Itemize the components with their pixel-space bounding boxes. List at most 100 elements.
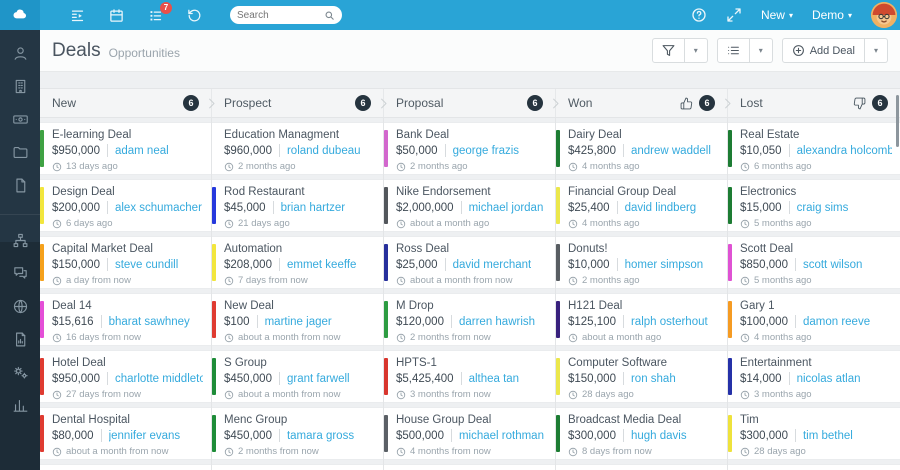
partial-next-card[interactable] [384,464,555,470]
deal-card[interactable]: Electronics $15,000 craig sims 5 months ago [728,179,900,232]
deal-contact-link[interactable]: nicolas atlan [797,373,861,385]
deal-contact-link[interactable]: homer simpson [625,259,704,271]
deal-contact-link[interactable]: ralph osterhout [631,316,708,328]
history-icon[interactable] [187,8,202,23]
deal-card[interactable]: Nike Endorsement $2,000,000 michael jordan… [384,179,555,232]
search-icon[interactable] [324,10,335,21]
deal-card[interactable]: Dental Hospital $80,000 jennifer evans abou… [40,407,211,460]
view-options-button[interactable]: ▾ [749,38,773,63]
deal-card[interactable]: S Group $450,000 grant farwell about a mont… [212,350,383,403]
sidebar-item-chats[interactable] [12,265,29,282]
deal-contact-link[interactable]: roland dubeau [287,145,361,157]
sidebar-item-statistics[interactable] [12,397,29,414]
deal-contact-link[interactable]: hugh davis [631,430,687,442]
partial-next-card[interactable] [556,464,727,470]
search-input[interactable] [237,9,324,21]
column-header-new[interactable]: New 6 [40,89,212,117]
partial-next-card[interactable] [728,464,900,470]
deal-contact-link[interactable]: alexandra holcomb [797,145,892,157]
tasks-icon[interactable]: 7 [148,1,172,23]
filter-options-button[interactable]: ▾ [684,38,708,63]
deal-card[interactable]: Real Estate $10,050 alexandra holcomb 6 mon… [728,122,900,175]
deal-card[interactable]: Broadcast Media Deal $300,000 hugh davis 8 … [556,407,727,460]
sidebar-item-contacts[interactable] [12,45,29,62]
sidebar-item-folders[interactable] [12,144,29,161]
deal-contact-link[interactable]: andrew waddell [631,145,711,157]
scrollbar-thumb[interactable] [896,95,899,147]
deal-card[interactable]: HPTS-1 $5,425,400 althea tan 3 months from … [384,350,555,403]
calendar-icon[interactable] [109,8,124,23]
deal-contact-link[interactable]: ron shah [631,373,676,385]
deal-contact-link[interactable]: steve cundill [115,259,178,271]
deal-card[interactable]: Dairy Deal $425,800 andrew waddell 4 months… [556,122,727,175]
account-menu[interactable]: Demo ▾ [812,8,852,22]
deal-contact-link[interactable]: charlotte middleton [115,373,203,385]
deal-contact-link[interactable]: scott wilson [803,259,862,271]
feed-icon[interactable] [70,8,85,23]
deal-contact-link[interactable]: brian hartzer [281,202,346,214]
deal-contact-link[interactable]: adam neal [115,145,169,157]
fullscreen-icon[interactable] [726,7,742,23]
deal-card[interactable]: E-learning Deal $950,000 adam neal 13 days … [40,122,211,175]
deal-contact-link[interactable]: darren hawrish [459,316,535,328]
deal-card[interactable]: H121 Deal $125,100 ralph osterhout about a … [556,293,727,346]
deal-card[interactable]: Hotel Deal $950,000 charlotte middleton 27 … [40,350,211,403]
deal-contact-link[interactable]: david merchant [453,259,532,271]
sidebar-item-deals[interactable] [12,111,29,128]
deal-card[interactable]: Education Managment $960,000 roland dubeau… [212,122,383,175]
deal-contact-link[interactable]: jennifer evans [109,430,181,442]
deal-card[interactable]: M Drop $120,000 darren hawrish 2 months fro… [384,293,555,346]
deal-contact-link[interactable]: grant farwell [287,373,350,385]
deal-contact-link[interactable]: tim bethel [803,430,853,442]
deal-card[interactable]: Computer Software $150,000 ron shah 28 days… [556,350,727,403]
column-header-prospect[interactable]: Prospect 6 [209,89,384,117]
column-header-lost[interactable]: Lost 6 [725,89,900,117]
deal-contact-link[interactable]: michael jordan [469,202,544,214]
partial-next-card[interactable] [212,464,383,470]
deal-card[interactable]: Automation $208,000 emmet keeffe 7 days fro… [212,236,383,289]
deal-card[interactable]: Bank Deal $50,000 george frazis 2 months ag… [384,122,555,175]
deal-contact-link[interactable]: martine jager [265,316,332,328]
avatar[interactable] [871,2,897,28]
help-icon[interactable] [691,7,707,23]
deal-card[interactable]: Scott Deal $850,000 scott wilson 5 months a… [728,236,900,289]
add-deal-options-button[interactable]: ▾ [864,38,888,63]
deal-card[interactable]: Donuts! $10,000 homer simpson 2 months ago [556,236,727,289]
sidebar-item-reports[interactable] [12,331,29,348]
add-deal-button[interactable]: Add Deal [781,38,865,63]
deal-contact-link[interactable]: george frazis [453,145,519,157]
new-menu[interactable]: New ▾ [761,8,793,22]
deal-card[interactable]: Tim $300,000 tim bethel 28 days ago [728,407,900,460]
deal-contact-link[interactable]: craig sims [797,202,849,214]
deal-card[interactable]: Financial Group Deal $25,400 david lindber… [556,179,727,232]
deal-contact-link[interactable]: damon reeve [803,316,870,328]
deal-card[interactable]: Menc Group $450,000 tamara gross 2 months f… [212,407,383,460]
sidebar-item-documents[interactable] [12,177,29,194]
deal-contact-link[interactable]: tamara gross [287,430,354,442]
deal-card[interactable]: Deal 14 $15,616 bharat sawhney 16 days from… [40,293,211,346]
sidebar-item-settings[interactable] [12,364,29,381]
list-view-button[interactable] [716,38,750,63]
deal-card[interactable]: Rod Restaurant $45,000 brian hartzer 21 day… [212,179,383,232]
deal-contact-link[interactable]: david lindberg [625,202,697,214]
deal-contact-link[interactable]: alex schumacher [115,202,202,214]
deal-contact-link[interactable]: emmet keeffe [287,259,356,271]
deal-card[interactable]: Gary 1 $100,000 damon reeve 4 months ago [728,293,900,346]
deal-card[interactable]: Entertainment $14,000 nicolas atlan 3 month… [728,350,900,403]
deal-contact-link[interactable]: michael rothman [459,430,544,442]
partial-next-card[interactable] [40,464,211,470]
sidebar-item-pipeline[interactable] [12,232,29,249]
column-header-proposal[interactable]: Proposal 6 [381,89,556,117]
column-header-won[interactable]: Won 6 [553,89,728,117]
app-logo[interactable] [0,0,40,30]
sidebar-item-web[interactable] [12,298,29,315]
deal-card[interactable]: House Group Deal $500,000 michael rothman 4… [384,407,555,460]
deal-card[interactable]: Ross Deal $25,000 david merchant about a mo… [384,236,555,289]
deal-contact-link[interactable]: bharat sawhney [109,316,190,328]
deal-card[interactable]: New Deal $100 martine jager about a month f… [212,293,383,346]
deal-card[interactable]: Capital Market Deal $150,000 steve cundill… [40,236,211,289]
deal-card[interactable]: Design Deal $200,000 alex schumacher 6 days… [40,179,211,232]
sidebar-item-companies[interactable] [12,78,29,95]
deal-contact-link[interactable]: althea tan [469,373,520,385]
filter-button[interactable] [651,38,685,63]
